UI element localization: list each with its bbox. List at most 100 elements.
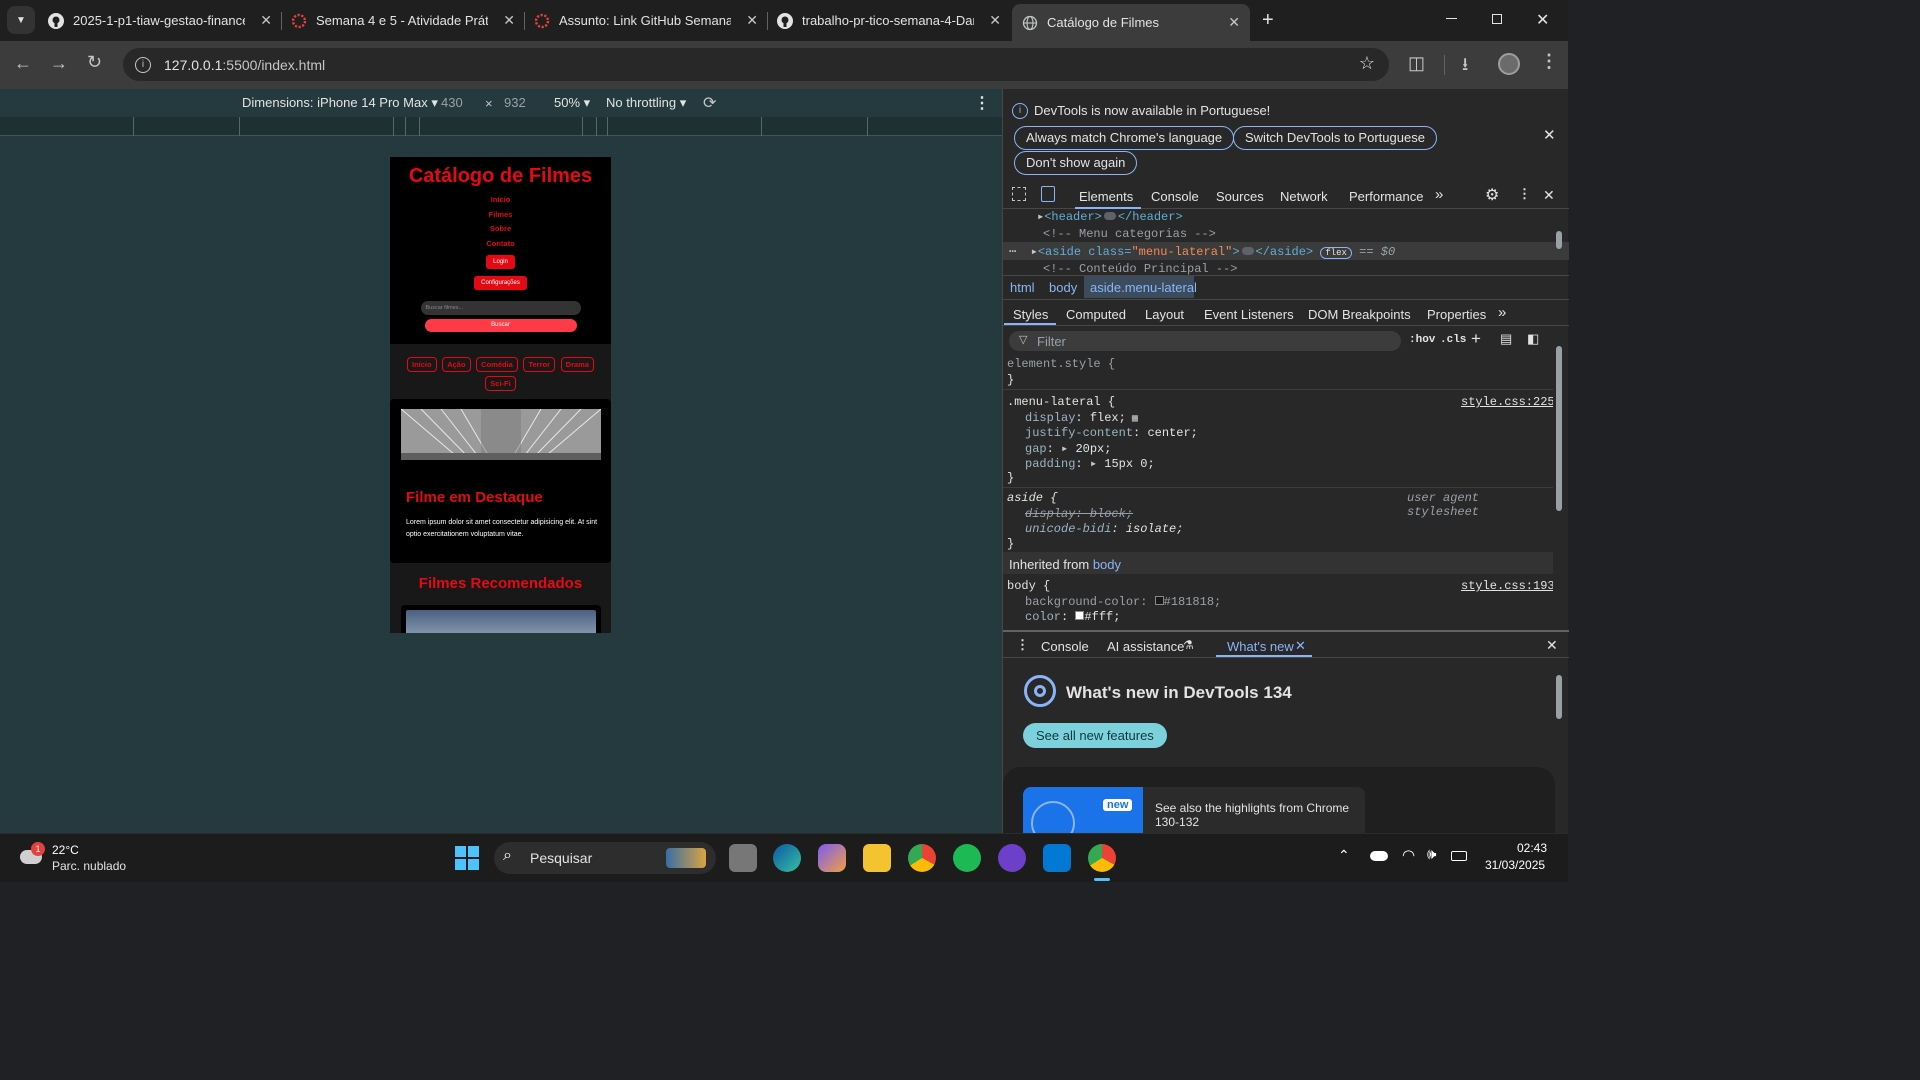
nav-link-filmes[interactable]: Filmes <box>390 208 611 223</box>
task-view-icon[interactable] <box>729 844 757 872</box>
search-button[interactable]: Buscar <box>424 319 577 332</box>
copilot-icon[interactable] <box>818 844 846 872</box>
devtools-menu-icon[interactable]: ⋮ <box>1518 186 1531 202</box>
forward-icon[interactable]: → <box>50 53 68 74</box>
drawer-close-icon[interactable]: ✕ <box>1546 637 1558 654</box>
device-toggle-icon[interactable] <box>1041 186 1055 202</box>
tab-network[interactable]: Network <box>1280 189 1328 204</box>
category-terror[interactable]: Terror <box>523 357 556 372</box>
more-style-tabs-icon[interactable]: » <box>1498 304 1506 321</box>
device-more-icon[interactable]: ⋮ <box>974 93 990 113</box>
paint-icon[interactable]: ▤ <box>1500 331 1512 347</box>
site-info-icon[interactable]: i <box>135 56 151 73</box>
drawer-tab-whats-new[interactable]: What's new <box>1227 639 1294 654</box>
tab-console[interactable]: Console <box>1151 189 1199 204</box>
onedrive-icon[interactable] <box>1370 851 1388 861</box>
cls-toggle[interactable]: .cls <box>1440 334 1466 346</box>
sidebar-toggle-icon[interactable]: ◧ <box>1527 331 1539 347</box>
nav-link-inicio[interactable]: Início <box>390 193 611 208</box>
file-explorer-icon[interactable] <box>863 844 891 872</box>
profile-avatar[interactable] <box>1498 53 1520 75</box>
close-icon[interactable]: ✕ <box>746 12 758 29</box>
new-tab-button[interactable]: + <box>1262 9 1274 32</box>
drawer-scrollbar[interactable] <box>1556 675 1562 719</box>
category-inicio[interactable]: Início <box>406 357 437 372</box>
tab-dom-breakpoints[interactable]: DOM Breakpoints <box>1308 307 1411 322</box>
switch-language-button[interactable]: Switch DevTools to Portuguese <box>1233 126 1437 150</box>
media-query-ruler[interactable] <box>0 117 1002 136</box>
category-scifi[interactable]: Sci-Fi <box>485 376 516 391</box>
extensions-icon[interactable]: ◫ <box>1408 53 1425 74</box>
breadcrumb-body[interactable]: body <box>1049 280 1077 295</box>
zoom-select[interactable]: 50% ▾ <box>554 95 590 111</box>
tab-trabalho-pratico[interactable]: trabalho-pr-tico-semana-4-Dan ✕ <box>777 6 1005 35</box>
reload-icon[interactable]: ↻ <box>87 52 102 73</box>
throttle-select[interactable]: No throttling ▾ <box>606 95 686 111</box>
download-icon[interactable]: ⭳ <box>1462 52 1468 82</box>
tab-event-listeners[interactable]: Event Listeners <box>1204 307 1294 322</box>
styles-filter-input[interactable]: ▽ Filter <box>1009 331 1401 351</box>
movie-search-input[interactable]: Buscar filmes... <box>420 301 581 315</box>
source-link[interactable]: style.css:225 <box>1461 395 1553 409</box>
back-icon[interactable]: ← <box>14 53 32 74</box>
chrome-active-icon[interactable] <box>1088 844 1116 872</box>
source-link[interactable]: style.css:193 <box>1461 579 1553 593</box>
category-drama[interactable]: Drama <box>560 357 595 372</box>
dont-show-again-button[interactable]: Don't show again <box>1014 151 1138 175</box>
taskbar-search[interactable]: ⌕ Pesquisar <box>494 842 716 874</box>
device-width-input[interactable]: 430 <box>441 95 463 110</box>
drawer-tab-ai-assistance[interactable]: AI assistance <box>1107 639 1184 654</box>
edge-icon[interactable] <box>773 844 801 872</box>
dom-node-aside[interactable]: ⋯ ▸<aside class="menu-lateral"> </aside> … <box>1009 244 1395 259</box>
tab-computed[interactable]: Computed <box>1066 307 1126 322</box>
tab-semana-4-5[interactable]: Semana 4 e 5 - Atividade Prátic ✕ <box>291 6 519 35</box>
breadcrumb-html[interactable]: html <box>1010 280 1035 295</box>
github-desktop-icon[interactable] <box>998 844 1026 872</box>
tab-elements[interactable]: Elements <box>1079 189 1133 204</box>
hov-toggle[interactable]: :hov <box>1409 334 1435 346</box>
window-close-icon[interactable]: ✕ <box>1536 10 1549 30</box>
more-tabs-icon[interactable]: » <box>1435 186 1443 203</box>
close-icon[interactable]: ✕ <box>503 12 515 29</box>
inherited-body-link[interactable]: body <box>1093 557 1121 572</box>
tray-overflow-icon[interactable]: ⌃ <box>1338 847 1350 864</box>
tab-sources[interactable]: Sources <box>1216 189 1264 204</box>
device-select[interactable]: Dimensions: iPhone 14 Pro Max ▾ <box>242 95 438 111</box>
dom-scrollbar[interactable] <box>1556 231 1562 249</box>
login-button[interactable]: Login <box>486 255 515 269</box>
battery-icon[interactable] <box>1451 851 1467 861</box>
volume-icon[interactable]: 🕪 <box>1427 846 1436 863</box>
category-acao[interactable]: Ação <box>442 357 471 372</box>
see-all-features-button[interactable]: See all new features <box>1023 723 1167 748</box>
bookmark-star-icon[interactable]: ☆ <box>1359 53 1375 74</box>
flex-editor-icon[interactable]: ▦ <box>1126 414 1138 425</box>
more-menu-icon[interactable]: ⋮ <box>1540 51 1558 72</box>
breadcrumb-aside[interactable]: aside.menu-lateral <box>1090 280 1197 295</box>
device-height-input[interactable]: 932 <box>504 95 526 110</box>
tab-search-button[interactable]: ▼ <box>7 6 35 34</box>
tab-performance[interactable]: Performance <box>1349 189 1423 204</box>
close-icon[interactable]: ✕ <box>260 12 272 29</box>
tab-gestao-financeira[interactable]: 2025-1-p1-tiaw-gestao-finance ✕ <box>48 6 276 35</box>
tab-layout[interactable]: Layout <box>1145 307 1184 322</box>
restore-icon[interactable] <box>1492 14 1502 24</box>
recommended-movie-card[interactable] <box>401 605 601 633</box>
tab-properties[interactable]: Properties <box>1427 307 1486 322</box>
address-bar[interactable]: i 127.0.0.1:5500/index.html ☆ <box>123 48 1389 81</box>
wifi-icon[interactable]: ◠ <box>1402 846 1415 864</box>
devtools-close-icon[interactable]: ✕ <box>1543 187 1555 204</box>
clock-time[interactable]: 02:43 <box>1517 841 1547 855</box>
chrome-icon[interactable] <box>908 844 936 872</box>
settings-button[interactable]: Configurações <box>474 276 527 290</box>
weather-widget[interactable]: 1 22°C Parc. nublado <box>18 840 148 878</box>
rotate-icon[interactable]: ⟳ <box>703 93 716 113</box>
close-icon[interactable]: ✕ <box>1228 14 1240 31</box>
styles-scrollbar[interactable] <box>1556 346 1562 511</box>
category-comedia[interactable]: Comédia <box>476 357 518 372</box>
drawer-menu-icon[interactable]: ⋮ <box>1016 637 1029 653</box>
highlights-card[interactable]: new See also the highlights from Chrome … <box>1003 767 1555 833</box>
close-icon[interactable]: ✕ <box>989 12 1001 29</box>
settings-gear-icon[interactable]: ⚙ <box>1485 185 1499 205</box>
nav-link-sobre[interactable]: Sobre <box>390 222 611 237</box>
close-whats-new-icon[interactable]: ✕ <box>1295 638 1306 654</box>
